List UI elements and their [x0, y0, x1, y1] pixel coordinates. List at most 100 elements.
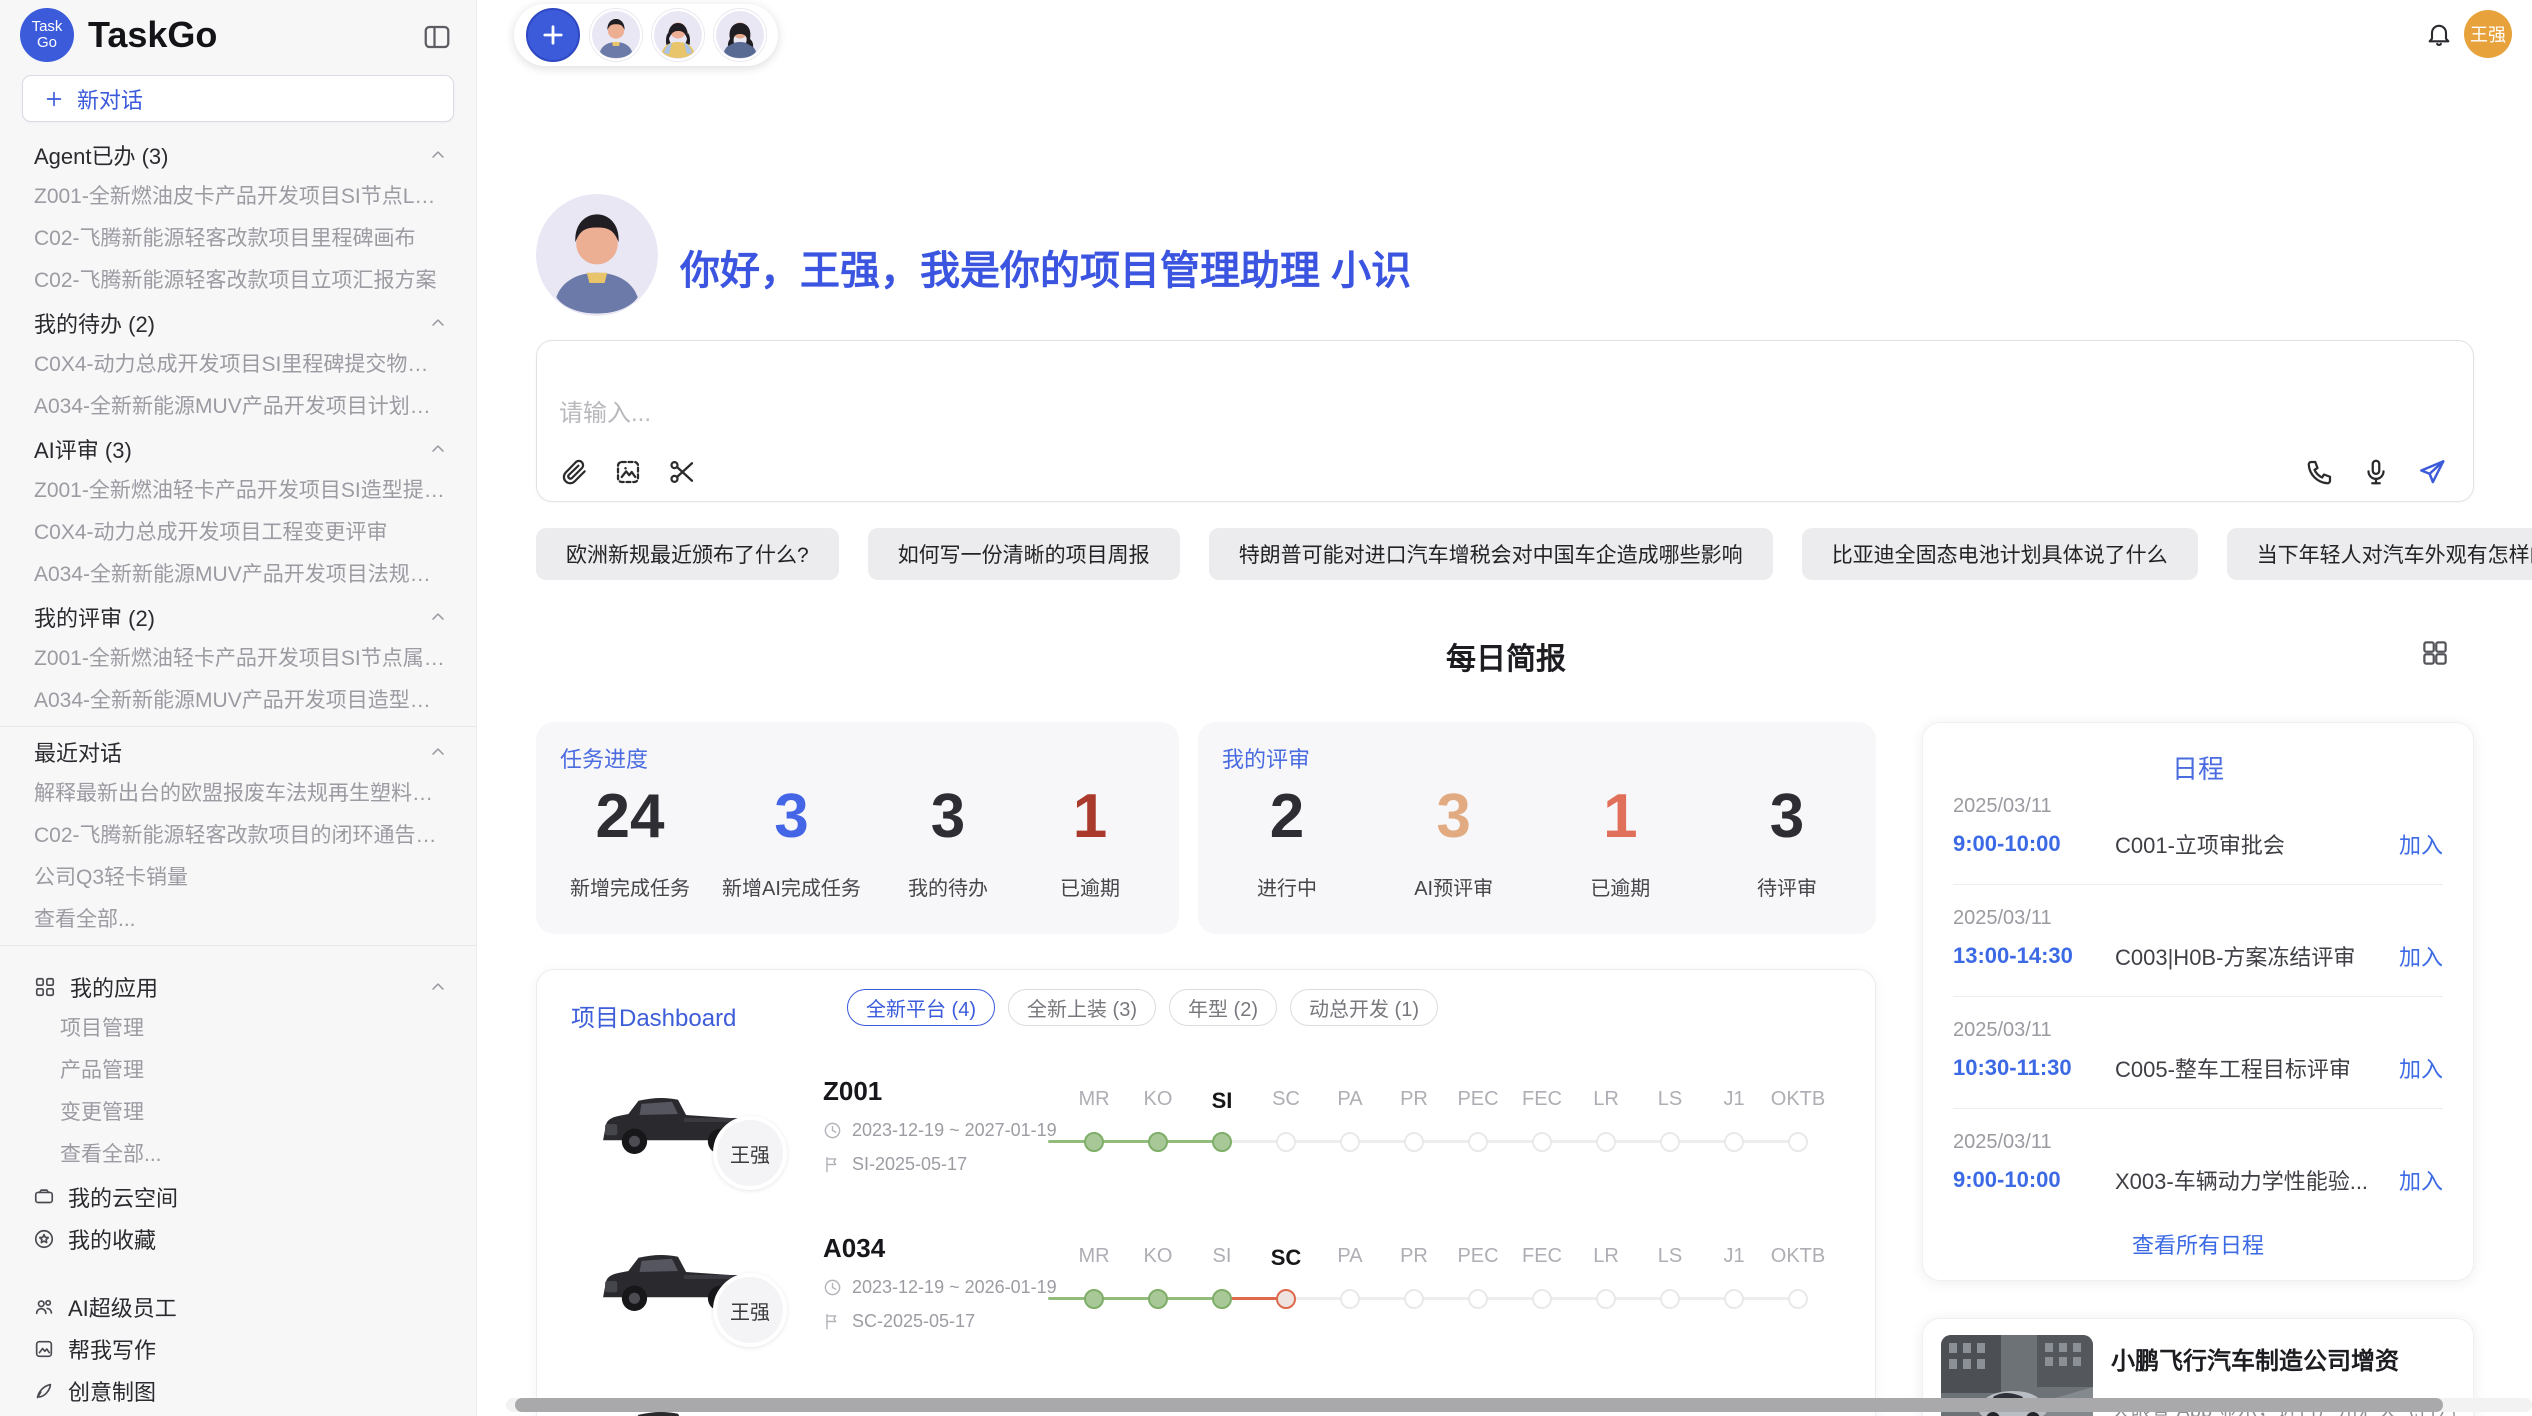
milestone-label: LS [1638, 1088, 1702, 1114]
composer [536, 340, 2474, 502]
layout-grid-icon[interactable] [2420, 638, 2450, 668]
schedule-title: 日程 [1923, 749, 2473, 786]
sidebar-item-cloud-space[interactable]: 我的云空间 [0, 1176, 476, 1218]
app-title: TaskGo [88, 14, 217, 56]
stat: 2 进行中 [1232, 784, 1342, 901]
avatar[interactable] [714, 9, 766, 61]
join-link[interactable]: 加入 [2399, 828, 2443, 860]
stats-row: 24 新增完成任务 3 新增AI完成任务 3 我的待办 1 已逾期 [536, 784, 1179, 901]
schedule-date: 2025/03/11 [1953, 1131, 2443, 1154]
taskgo-app: Task Go TaskGo 新对话 Agent已办 (3) Z001-全新燃油… [0, 0, 2532, 1416]
list-item[interactable]: Z001-全新燃油皮卡产品开发项目SI节点Lesson Learn报告 [0, 176, 476, 218]
section-ai-review[interactable]: AI评审 (3) [0, 428, 476, 470]
send-icon[interactable] [2417, 457, 2447, 487]
join-link[interactable]: 加入 [2399, 940, 2443, 972]
add-agent-button[interactable] [526, 8, 580, 62]
section-my-todo[interactable]: 我的待办 (2) [0, 302, 476, 344]
news-title: 小鹏飞行汽车制造公司增资 [2111, 1341, 2455, 1376]
sidebar-item-help-me-write[interactable]: 帮我写作 [0, 1328, 476, 1370]
stat: 3 我的待办 [893, 784, 1003, 901]
view-all-apps[interactable]: 查看全部... [0, 1134, 476, 1176]
sidebar-item-change-mgmt[interactable]: 变更管理 [0, 1092, 476, 1134]
list-item[interactable]: Z001-全新燃油轻卡产品开发项目SI节点属性5D文件评审 [0, 638, 476, 680]
greeting-text: 你好，王强，我是你的项目管理助理 小识 [680, 238, 1411, 296]
chevron-up-icon[interactable] [428, 313, 448, 333]
tab-new-platform[interactable]: 全新平台 (4) [847, 989, 995, 1026]
suggestion-chip[interactable]: 特朗普可能对进口汽车增税会对中国车企造成哪些影响 [1209, 528, 1773, 580]
join-link[interactable]: 加入 [2399, 1164, 2443, 1196]
list-item[interactable]: A034-全新新能源MUV产品开发项目计划变更表编写 [0, 386, 476, 428]
scissors-icon[interactable] [667, 457, 697, 487]
section-my-apps[interactable]: 我的应用 [0, 966, 476, 1008]
section-title: 我的待办 (2) [34, 307, 155, 339]
list-item[interactable]: 解释最新出台的欧盟报废车法规再生塑料比例被调至15%... [0, 773, 476, 815]
paperclip-icon[interactable] [559, 457, 589, 487]
plus-icon [539, 21, 567, 49]
chevron-up-icon[interactable] [428, 977, 448, 997]
list-item[interactable]: A034-全新新能源MUV产品开发项目法规符合性评审 [0, 554, 476, 596]
schedule-item: 2025/03/11 9:00-10:00 X003-车辆动力学性能验... 加… [1953, 1131, 2443, 1196]
schedule-time: 9:00-10:00 [1953, 1167, 2115, 1193]
project-dates: 2023-12-19 ~ 2027-01-19 [823, 1120, 1057, 1141]
sidebar-item-ai-super-staff[interactable]: AI超级员工 [0, 1286, 476, 1328]
chat-input[interactable] [559, 393, 1959, 443]
chevron-up-icon[interactable] [428, 742, 448, 762]
suggestion-chip[interactable]: 如何写一份清晰的项目周报 [868, 528, 1180, 580]
view-all-chats[interactable]: 查看全部... [0, 899, 476, 941]
mic-icon[interactable] [2361, 457, 2391, 487]
section-agent-done[interactable]: Agent已办 (3) [0, 134, 476, 176]
milestone-label: KO [1126, 1245, 1190, 1271]
phone-icon[interactable] [2305, 457, 2335, 487]
schedule-item: 2025/03/11 9:00-10:00 C001-立项审批会 加入 [1953, 795, 2443, 860]
milestone-labels: MR KO SI SC PA PR PEC FEC LR LS J1 OKTB [1062, 1088, 1830, 1114]
view-all-schedule-link[interactable]: 查看所有日程 [1923, 1228, 2473, 1260]
new-chat-button[interactable]: 新对话 [22, 75, 454, 122]
stat-value: 3 [931, 784, 965, 850]
milestone-label: LR [1574, 1088, 1638, 1114]
star-badge-icon [33, 1228, 55, 1250]
milestone-label: PR [1382, 1245, 1446, 1271]
avatar[interactable] [590, 9, 642, 61]
project-dashboard-card: 项目Dashboard 全新平台 (4) 全新上装 (3) 年型 (2) 动总开… [536, 969, 1876, 1416]
chevron-up-icon[interactable] [428, 145, 448, 165]
dashboard-tabs: 全新平台 (4) 全新上装 (3) 年型 (2) 动总开发 (1) [847, 989, 1438, 1026]
milestone-label: MR [1062, 1088, 1126, 1114]
sidebar-item-product-mgmt[interactable]: 产品管理 [0, 1050, 476, 1092]
tab-model-year[interactable]: 年型 (2) [1169, 989, 1277, 1026]
section-recent-chats[interactable]: 最近对话 [0, 731, 476, 773]
card-title: 我的评审 [1222, 742, 1310, 774]
suggestion-chip[interactable]: 比亚迪全固态电池计划具体说了什么 [1802, 528, 2198, 580]
sidebar-item-project-mgmt[interactable]: 项目管理 [0, 1008, 476, 1050]
image-icon[interactable] [613, 457, 643, 487]
agent-switcher [514, 4, 778, 66]
flag-label: SI-2025-05-17 [852, 1154, 967, 1175]
list-item[interactable]: C0X4-动力总成开发项目SI里程碑提交物检查 [0, 344, 476, 386]
sidebar-item-creative-drawing[interactable]: 创意制图 [0, 1370, 476, 1412]
user-avatar[interactable]: 王强 [2464, 10, 2512, 58]
tab-new-body[interactable]: 全新上装 (3) [1008, 989, 1156, 1026]
list-item[interactable]: C0X4-动力总成开发项目工程变更评审 [0, 512, 476, 554]
join-link[interactable]: 加入 [2399, 1052, 2443, 1084]
suggestion-chip[interactable]: 当下年轻人对汽车外观有怎样的喜好趋势 [2227, 528, 2532, 580]
sidebar-item-favorites[interactable]: 我的收藏 [0, 1218, 476, 1260]
chevron-up-icon[interactable] [428, 607, 448, 627]
list-item[interactable]: Z001-全新燃油轻卡产品开发项目SI造型提交物评审 [0, 470, 476, 512]
list-item[interactable]: 公司Q3轻卡销量 [0, 857, 476, 899]
sidebar-collapse-icon[interactable] [422, 22, 452, 52]
notification-bell-icon[interactable] [2425, 20, 2453, 48]
list-item[interactable]: A034-全新新能源MUV产品开发项目造型可行性评审 [0, 680, 476, 722]
section-my-review[interactable]: 我的评审 (2) [0, 596, 476, 638]
chevron-up-icon[interactable] [428, 439, 448, 459]
schedule-date: 2025/03/11 [1953, 1019, 2443, 1042]
stat-label: 已逾期 [1590, 872, 1650, 901]
assistant-avatar [536, 194, 658, 316]
horizontal-scrollbar-thumb[interactable] [515, 1398, 2443, 1412]
list-item[interactable]: C02-飞腾新能源轻客改款项目里程碑画布 [0, 218, 476, 260]
list-item[interactable]: C02-飞腾新能源轻客改款项目立项汇报方案 [0, 260, 476, 302]
list-item[interactable]: C02-飞腾新能源轻客改款项目的闭环通告反馈情况 [0, 815, 476, 857]
milestone-label: PEC [1446, 1245, 1510, 1271]
tab-powertrain[interactable]: 动总开发 (1) [1290, 989, 1438, 1026]
stat-value: 1 [1603, 784, 1637, 850]
avatar[interactable] [652, 9, 704, 61]
suggestion-chip[interactable]: 欧洲新规最近颁布了什么? [536, 528, 839, 580]
